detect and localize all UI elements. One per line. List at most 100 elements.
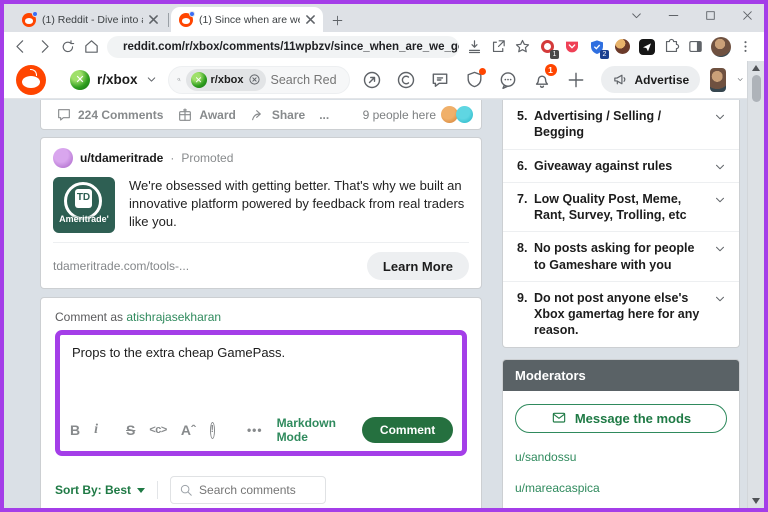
chat-icon[interactable]: [498, 69, 519, 90]
strikethrough-button[interactable]: S: [126, 422, 135, 438]
markdown-mode-toggle[interactable]: Markdown Mode: [277, 416, 336, 444]
tab-separator: [168, 13, 169, 27]
rule-item[interactable]: 6. Giveaway against rules: [503, 150, 739, 183]
forward-icon[interactable]: [36, 38, 53, 55]
megaphone-icon: [613, 74, 625, 85]
notifications-bell-icon[interactable]: 1: [532, 64, 557, 90]
moderator-link[interactable]: u/sandossu: [515, 450, 727, 464]
more-options-button[interactable]: ...: [312, 104, 336, 126]
remove-chip-icon[interactable]: [248, 73, 261, 86]
extensions-puzzle-icon[interactable]: [663, 38, 680, 55]
chevron-down-icon[interactable]: [713, 292, 727, 306]
promoted-label: Promoted: [181, 151, 234, 165]
mascot-extension-icon[interactable]: [613, 38, 631, 56]
search-icon: [177, 78, 181, 82]
reddit-header: r/xbox r/xbox 1: [4, 61, 764, 99]
coins-icon[interactable]: [396, 69, 417, 90]
back-icon[interactable]: [12, 38, 29, 55]
minimize-icon[interactable]: [667, 9, 680, 22]
share-page-icon[interactable]: [490, 38, 507, 55]
rule-item[interactable]: 8. No posts asking for people to Gamesha…: [503, 232, 739, 282]
chevron-down-icon[interactable]: [736, 73, 744, 86]
rule-item[interactable]: 9. Do not post anyone else's Xbox gamert…: [503, 282, 739, 347]
chevron-down-icon[interactable]: [713, 110, 727, 124]
talk-icon[interactable]: [430, 69, 451, 90]
advertiser-avatar: [53, 148, 73, 168]
promoted-post[interactable]: u/tdameritrade · Promoted TD Ameritrade'…: [40, 137, 482, 289]
message-the-mods-button[interactable]: Message the mods: [515, 403, 727, 433]
moderators-header: Moderators: [503, 359, 739, 391]
search-community-chip[interactable]: r/xbox: [185, 68, 266, 91]
rule-item[interactable]: 5. Advertising / Selling / Begging: [503, 100, 739, 150]
advertiser-name[interactable]: u/tdameritrade: [80, 151, 163, 165]
browser-profile-avatar[interactable]: [711, 36, 731, 57]
reload-icon[interactable]: [60, 39, 76, 55]
search-comments-box[interactable]: [170, 476, 327, 504]
learn-more-button[interactable]: Learn More: [366, 252, 469, 280]
tab-title: (1) Reddit - Dive into anything: [42, 13, 143, 26]
moderators-card: Moderators Message the mods u/sandossu u…: [502, 358, 740, 508]
scrollbar-thumb[interactable]: [751, 75, 761, 102]
spoiler-button[interactable]: !: [209, 421, 215, 439]
inline-code-button[interactable]: <c>: [149, 424, 167, 436]
mod-shield-icon[interactable]: [464, 68, 486, 90]
current-username-link[interactable]: atishrajasekharan: [126, 310, 221, 324]
notification-count: 1: [544, 64, 557, 76]
popular-icon[interactable]: [362, 69, 383, 90]
advertise-button[interactable]: Advertise: [600, 66, 701, 93]
tab-close-icon[interactable]: [306, 15, 315, 24]
close-window-icon[interactable]: [741, 9, 754, 22]
bold-button[interactable]: B: [70, 422, 80, 438]
scroll-down-arrow[interactable]: [752, 498, 760, 504]
address-bar[interactable]: reddit.com/r/xbox/comments/11wpbzv/since…: [107, 35, 459, 58]
scroll-up-arrow[interactable]: [752, 65, 760, 71]
chevron-down-icon[interactable]: [713, 160, 727, 174]
tab-reddit-home[interactable]: (1) Reddit - Dive into anything: [14, 7, 166, 32]
search-comments-input[interactable]: [199, 483, 310, 497]
search-icon: [180, 484, 192, 496]
reddit-logo-icon[interactable]: [16, 64, 46, 95]
search-input[interactable]: [270, 72, 341, 87]
share-arrow-icon: [251, 109, 261, 120]
send-extension-icon[interactable]: [638, 38, 656, 56]
tab-search-chevron-icon[interactable]: [630, 9, 643, 22]
shield-extension-icon[interactable]: 2: [588, 38, 609, 59]
tab-close-icon[interactable]: [149, 15, 158, 24]
bookmark-star-icon[interactable]: [514, 38, 531, 55]
award-button[interactable]: Award: [170, 103, 242, 127]
save-page-icon[interactable]: [466, 38, 483, 55]
italic-button[interactable]: i: [94, 422, 98, 438]
chevron-down-icon[interactable]: [713, 242, 727, 256]
page-scrollbar[interactable]: [747, 61, 764, 508]
award-icon: [179, 107, 192, 121]
pocket-extension-icon[interactable]: [563, 38, 581, 56]
tab-xbox-post[interactable]: (1) Since when are we getting fo: [171, 7, 323, 32]
new-tab-icon[interactable]: [331, 14, 344, 27]
side-panel-icon[interactable]: [687, 38, 704, 55]
rule-item[interactable]: 7. Low Quality Post, Meme, Rant, Survey,…: [503, 183, 739, 233]
sort-by-dropdown[interactable]: Sort By: Best: [55, 483, 146, 497]
chevron-down-icon[interactable]: [713, 193, 727, 207]
reddit-search-bar[interactable]: r/xbox: [167, 65, 350, 94]
ad-link[interactable]: tdameritrade.com/tools-...: [53, 259, 189, 273]
reddit-user-avatar[interactable]: [710, 67, 726, 92]
moderator-link[interactable]: u/mareacaspica: [515, 481, 727, 495]
share-button[interactable]: Share: [243, 103, 312, 127]
submit-comment-button[interactable]: Comment: [361, 417, 454, 443]
tab-title: (1) Since when are we getting fo: [199, 13, 300, 26]
superscript-button[interactable]: Aˆ: [181, 422, 196, 438]
comments-button[interactable]: 224 Comments: [49, 103, 170, 127]
more-formatting-button[interactable]: •••: [247, 423, 263, 437]
community-selector[interactable]: r/xbox: [70, 69, 158, 90]
home-icon[interactable]: [83, 38, 100, 55]
page-content: 224 Comments Award Share ... 9 people he…: [4, 99, 764, 508]
maximize-icon[interactable]: [704, 9, 717, 22]
comment-textarea[interactable]: Props to the extra cheap GamePass.: [60, 335, 462, 411]
avatar: [456, 106, 473, 123]
comment-section: Comment as atishrajasekharan Props to th…: [40, 297, 482, 508]
extension-icon[interactable]: 1: [538, 38, 559, 59]
chrome-menu-icon[interactable]: [738, 39, 753, 54]
chevron-down-icon: [147, 77, 155, 82]
create-post-icon[interactable]: [566, 69, 587, 90]
td-ameritrade-logo: TD Ameritrade': [53, 177, 115, 233]
